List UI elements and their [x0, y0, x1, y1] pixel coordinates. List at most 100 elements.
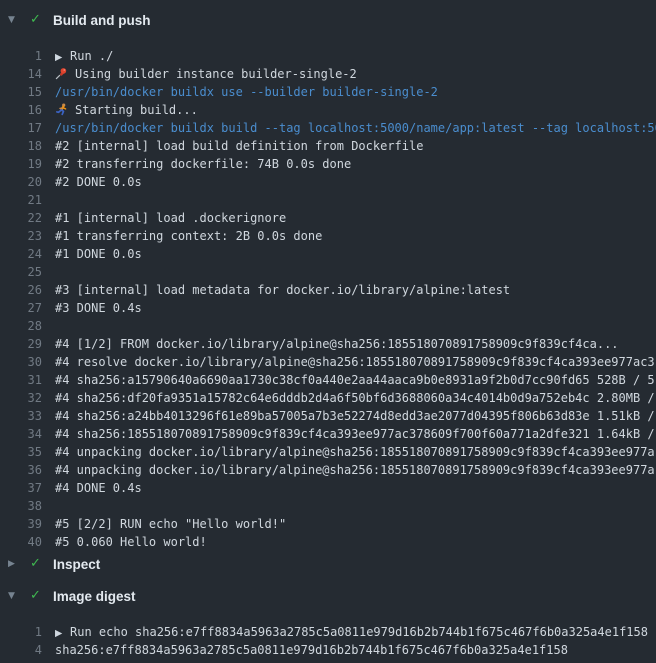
log-line: 17/usr/bin/docker buildx build --tag loc…	[0, 119, 656, 137]
step-group-image-digest: ▼✓Image digest1▶Run echo sha256:e7ff8834…	[0, 587, 656, 663]
log-text: #4 sha256:df20fa9351a15782c64e6dddb2d4a6…	[42, 389, 656, 407]
step-header-image-digest[interactable]: ▼✓Image digest	[0, 587, 656, 605]
line-number[interactable]: 23	[0, 227, 42, 245]
log-line: 19 #2 transferring dockerfile: 74B 0.0s d…	[0, 155, 656, 173]
line-number[interactable]: 30	[0, 353, 42, 371]
log-line: 23 #1 transferring context: 2B 0.0s done	[0, 227, 656, 245]
success-check-icon: ✓	[30, 11, 53, 29]
log-text-content: #4 sha256:185518070891758909c9f839cf4ca3…	[55, 427, 655, 441]
log-text-content: #4 [1/2] FROM docker.io/library/alpine@s…	[55, 337, 619, 351]
line-number[interactable]: 24	[0, 245, 42, 263]
log-text: #4 DONE 0.4s	[42, 479, 656, 497]
line-number[interactable]: 34	[0, 425, 42, 443]
log-text: #2 DONE 0.0s	[42, 173, 656, 191]
log-text-content: #2 DONE 0.0s	[55, 175, 142, 189]
log-line: 39 #5 [2/2] RUN echo "Hello world!"	[0, 515, 656, 533]
log-line: 4 sha256:e7ff8834a5963a2785c5a0811e979d16…	[0, 641, 656, 659]
log-text-content: #2 transferring dockerfile: 74B 0.0s don…	[55, 157, 351, 171]
line-number[interactable]: 26	[0, 281, 42, 299]
log-text: #1 transferring context: 2B 0.0s done	[42, 227, 656, 245]
log-line: 20 #2 DONE 0.0s	[0, 173, 656, 191]
log-line: 28	[0, 317, 656, 335]
log-line: 26 #3 [internal] load metadata for docker…	[0, 281, 656, 299]
log-text[interactable]: ▶Run echo sha256:e7ff8834a5963a2785c5a08…	[42, 623, 656, 641]
line-number[interactable]: 39	[0, 515, 42, 533]
log-text-content: #3 [internal] load metadata for docker.i…	[55, 283, 510, 297]
log-line: 24#1 DONE 0.0s	[0, 245, 656, 263]
line-number[interactable]: 40	[0, 533, 42, 551]
line-number[interactable]: 38	[0, 497, 42, 515]
log-line: 27#3 DONE 0.4s	[0, 299, 656, 317]
line-number[interactable]: 15	[0, 83, 42, 101]
log-line: 1▶Run echo sha256:e7ff8834a5963a2785c5a0…	[0, 623, 656, 641]
actions-log-viewer: ▼✓Build and push1▶Run ./14Using builder …	[0, 11, 656, 663]
line-number[interactable]: 1	[0, 47, 42, 65]
log-text: #1 [internal] load .dockerignore	[42, 209, 656, 227]
line-number[interactable]: 31	[0, 371, 42, 389]
log-text-content: #4 resolve docker.io/library/alpine@sha2…	[55, 355, 655, 369]
line-number[interactable]: 27	[0, 299, 42, 317]
line-number[interactable]: 33	[0, 407, 42, 425]
play-icon[interactable]: ▶	[55, 625, 70, 641]
step-title: Image digest	[53, 589, 136, 604]
log-text	[42, 191, 656, 209]
log-text	[42, 317, 656, 335]
log-text: sha256:e7ff8834a5963a2785c5a0811e979d16b…	[42, 641, 656, 659]
line-number[interactable]: 29	[0, 335, 42, 353]
line-number[interactable]: 18	[0, 137, 42, 155]
runner-icon	[55, 103, 68, 116]
success-check-icon: ✓	[30, 587, 53, 605]
chevron-down-icon: ▼	[8, 587, 30, 605]
log-text: #1 DONE 0.0s	[42, 245, 656, 263]
line-number[interactable]: 21	[0, 191, 42, 209]
pushpin-icon	[55, 67, 68, 80]
log-line: 33#4 sha256:a24bb4013296f61e89ba57005a7b…	[0, 407, 656, 425]
step-header-build-and-push[interactable]: ▼✓Build and push	[0, 11, 656, 29]
line-number[interactable]: 19	[0, 155, 42, 173]
log-text-content: /usr/bin/docker buildx use --builder bui…	[55, 85, 438, 99]
log-line: 32#4 sha256:df20fa9351a15782c64e6dddb2d4…	[0, 389, 656, 407]
log-text-content: #4 unpacking docker.io/library/alpine@sh…	[55, 463, 655, 477]
line-number[interactable]: 25	[0, 263, 42, 281]
line-number[interactable]: 14	[0, 65, 42, 83]
log-text-content: #1 transferring context: 2B 0.0s done	[55, 229, 322, 243]
log-line: 15/usr/bin/docker buildx use --builder b…	[0, 83, 656, 101]
step-header-inspect[interactable]: ▶✓Inspect	[0, 555, 656, 573]
log-line: 35 #4 unpacking docker.io/library/alpine@…	[0, 443, 656, 461]
line-number[interactable]: 4	[0, 641, 42, 659]
log-text-content: #5 [2/2] RUN echo "Hello world!"	[55, 517, 286, 531]
chevron-right-icon: ▶	[8, 555, 30, 573]
log-line: 16Starting build...	[0, 101, 656, 119]
log-text-content: #2 [internal] load build definition from…	[55, 139, 423, 153]
line-number[interactable]: 28	[0, 317, 42, 335]
log-text-content: #4 unpacking docker.io/library/alpine@sh…	[55, 445, 655, 459]
step-group-inspect: ▶✓Inspect	[0, 555, 656, 573]
log-text-content: sha256:e7ff8834a5963a2785c5a0811e979d16b…	[55, 643, 568, 657]
log-text	[42, 497, 656, 515]
log-line: 36 #4 unpacking docker.io/library/alpine@…	[0, 461, 656, 479]
line-number[interactable]: 20	[0, 173, 42, 191]
log-line: 25	[0, 263, 656, 281]
log-text: /usr/bin/docker buildx use --builder bui…	[42, 83, 656, 101]
step-log: 1▶Run ./14Using builder instance builder…	[0, 29, 656, 555]
step-title: Build and push	[53, 13, 151, 28]
log-text-content: Run echo sha256:e7ff8834a5963a2785c5a081…	[70, 625, 648, 639]
log-text: #4 sha256:a24bb4013296f61e89ba57005a7b3e…	[42, 407, 656, 425]
log-text: #4 sha256:a15790640a6690aa1730c38cf0a440…	[42, 371, 656, 389]
success-check-icon: ✓	[30, 555, 53, 573]
line-number[interactable]: 16	[0, 101, 42, 119]
log-text: #5 0.060 Hello world!	[42, 533, 656, 551]
line-number[interactable]: 37	[0, 479, 42, 497]
log-text: #3 [internal] load metadata for docker.i…	[42, 281, 656, 299]
line-number[interactable]: 35	[0, 443, 42, 461]
line-number[interactable]: 36	[0, 461, 42, 479]
log-line: 1▶Run ./	[0, 47, 656, 65]
line-number[interactable]: 22	[0, 209, 42, 227]
log-text[interactable]: ▶Run ./	[42, 47, 656, 65]
log-line: 18 #2 [internal] load build definition fr…	[0, 137, 656, 155]
line-number[interactable]: 17	[0, 119, 42, 137]
line-number[interactable]: 1	[0, 623, 42, 641]
line-number[interactable]: 32	[0, 389, 42, 407]
log-text: #4 unpacking docker.io/library/alpine@sh…	[42, 461, 656, 479]
play-icon[interactable]: ▶	[55, 49, 70, 65]
